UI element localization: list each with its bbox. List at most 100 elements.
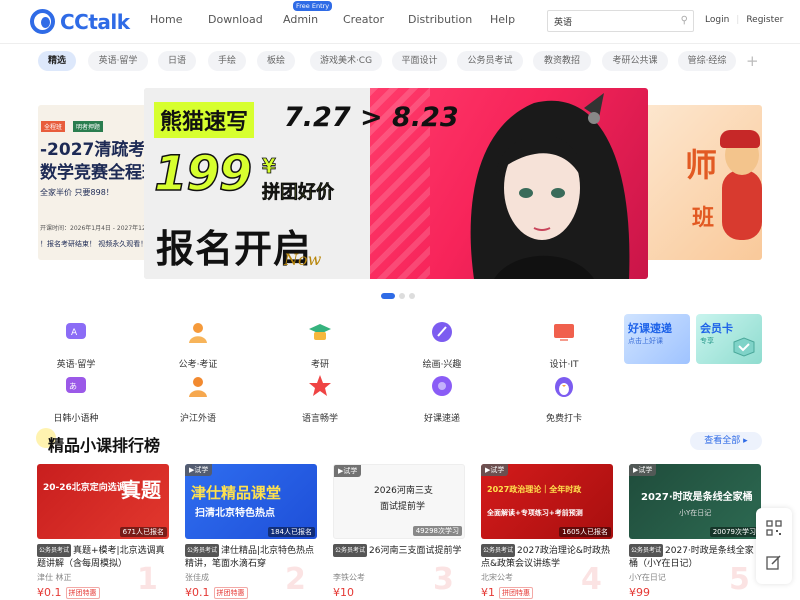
banner-price: 199 <box>153 145 253 203</box>
nav-admin[interactable]: Admin Free Entry <box>283 1 343 26</box>
thumb-subtitle: 扫清北京特色热点 <box>195 508 275 519</box>
thumb-title: 2027·时政是条线全家桶 <box>641 492 753 503</box>
search-input[interactable] <box>554 14 674 28</box>
category-tab[interactable]: 日语 <box>158 51 196 71</box>
thumb-subtitle: 全面解读+专项练习+考前预测 <box>487 509 583 517</box>
carousel-dot[interactable] <box>409 293 415 299</box>
quick-icon-civil-exam[interactable]: 公考·考证 <box>163 319 233 370</box>
enroll-count: 20079次学习 <box>709 527 759 537</box>
qr-code-icon[interactable] <box>766 520 782 536</box>
course-card[interactable]: ▶试学 2026河南三支 面试提前学 49298次学习 公务员考试 26河南三支面… <box>333 464 465 599</box>
carousel-dot[interactable] <box>381 293 395 299</box>
category-tab[interactable]: 板绘 <box>257 51 295 71</box>
slide-text: 开课时间：2026年1月4日 - 2027年12月29日 <box>40 225 158 232</box>
banner-next-slide[interactable]: 师 班 <box>640 105 762 260</box>
people-icon <box>189 377 207 397</box>
quick-icon-label: 绘画·兴趣 <box>422 360 462 370</box>
main-nav: Home Download Admin Free Entry Creator D… <box>150 1 530 26</box>
category-tab[interactable]: 管综·经综 <box>678 51 736 71</box>
category-tab[interactable]: 公务员考试 <box>457 51 523 71</box>
add-category-icon[interactable]: + <box>746 52 759 70</box>
quick-icon-label: 沪江外语 <box>179 414 216 424</box>
quick-icon-course-express[interactable]: 好课速递 <box>407 373 477 424</box>
quick-icon-english[interactable]: A 英语·留学 <box>41 319 111 370</box>
language-icon: あ <box>66 377 86 393</box>
carousel-dots <box>381 293 415 299</box>
thumb-title: 2026河南三支 <box>374 486 433 496</box>
promo-title: 好课速递 <box>628 322 672 335</box>
course-thumbnail: ▶试学 2027政治理论｜全年时政 全面解读+专项练习+考前预测 1605人已报… <box>481 464 613 539</box>
enroll-count: 184人已报名 <box>267 527 315 537</box>
auth-separator: | <box>736 15 740 25</box>
slide-title: 师 <box>685 146 718 184</box>
nav-distribution[interactable]: Distribution <box>408 13 490 26</box>
category-tab[interactable]: 教资教招 <box>533 51 591 71</box>
category-tab[interactable]: 手绘 <box>208 51 246 71</box>
banner-prev-slide[interactable]: 全程班 明者押题 -2027清疏考研 数学竞赛全程班 全家半价 只要898！ 开… <box>38 105 158 260</box>
promo-course-express[interactable]: 好课速递 点击上好课 <box>624 314 690 364</box>
category-badge: 公务员考试 <box>481 544 516 557</box>
promo-membership-card[interactable]: 会员卡 专享 <box>696 314 762 364</box>
view-all-button[interactable]: 查看全部 ▸ <box>690 432 762 450</box>
thumb-subtitle: 20-26北京定向选调 <box>43 483 126 493</box>
course-price: ¥0.1 <box>185 586 210 599</box>
category-tab[interactable]: 英语·留学 <box>88 51 148 71</box>
slide-title: -2027清疏考研 <box>40 140 158 160</box>
banner-currency: ¥ <box>262 154 277 179</box>
floating-toolbar <box>756 508 792 584</box>
free-entry-badge: Free Entry <box>293 1 333 11</box>
carousel-dot[interactable] <box>399 293 405 299</box>
promo-subtitle: 专享 <box>700 337 714 345</box>
logo-text: CCtalk <box>60 9 130 34</box>
svg-text:あ: あ <box>69 382 77 391</box>
quick-icon-free-checkin[interactable]: 免费打卡 <box>529 373 599 424</box>
category-badge: 公务员考试 <box>629 544 664 557</box>
vip-card-icon <box>733 337 755 357</box>
slide-tag: 全程班 <box>41 121 66 132</box>
anime-girl-illustration <box>470 93 630 279</box>
quick-icon-drawing[interactable]: 绘画·兴趣 <box>407 319 477 370</box>
promo-subtitle: 点击上好课 <box>628 337 663 345</box>
course-card[interactable]: ▶试学 2027政治理论｜全年时政 全面解读+专项练习+考前预测 1605人已报… <box>481 464 613 599</box>
nav-creator[interactable]: Creator <box>343 13 408 26</box>
quick-icon-language-learning[interactable]: 语言畅学 <box>285 373 355 424</box>
edit-feedback-icon[interactable] <box>766 554 782 570</box>
category-tab[interactable]: 考研公共课 <box>602 51 668 71</box>
top-header: CCtalk Home Download Admin Free Entry Cr… <box>0 0 800 44</box>
category-badge: 公务员考试 <box>185 544 220 557</box>
course-title-text: 26河南三支面试提前学 <box>369 546 462 556</box>
nav-home[interactable]: Home <box>150 13 208 26</box>
course-card[interactable]: ▶试学 津仕精品课堂 扫清北京特色热点 184人已报名 公务员考试 津仕精品|北京… <box>185 464 317 599</box>
nav-help[interactable]: Help <box>490 13 530 26</box>
penguin-icon <box>555 377 573 397</box>
quick-icon-japanese-korean[interactable]: あ 日韩小语种 <box>41 373 111 424</box>
course-card[interactable]: 20-26北京定向选调 真题 671人已报名 公务员考试 真题+模考|北京选调真题… <box>37 464 169 599</box>
section-title: 精品小课排行榜 <box>48 436 161 455</box>
login-link[interactable]: Login <box>705 15 729 25</box>
course-card[interactable]: ▶试学 2027·时政是条线全家桶 小Y在日记 20079次学习 公务员考试 20… <box>629 464 761 599</box>
category-tab[interactable]: 平面设计 <box>392 51 447 71</box>
quick-icon-grad-exam[interactable]: 考研 <box>285 319 355 370</box>
english-icon: A <box>66 323 86 339</box>
nav-download[interactable]: Download <box>208 13 283 26</box>
slide-title: 班 <box>692 206 715 231</box>
banner-main-slide[interactable]: 熊猫速写 7.27 > 8.23 199 ¥ 拼团好价 报名开启 Now <box>144 88 648 279</box>
cctalk-logo[interactable]: CCtalk <box>30 9 130 34</box>
graduation-cap-icon <box>309 324 331 340</box>
quick-icon-design-it[interactable]: 设计·IT <box>529 319 599 370</box>
auth-links: Login | Register <box>705 15 783 25</box>
banner-dates: 7.27 > 8.23 <box>284 102 459 133</box>
course-thumbnail: ▶试学 2026河南三支 面试提前学 49298次学习 <box>333 464 465 539</box>
category-tab[interactable]: 游戏美术·CG <box>310 51 382 71</box>
category-badge: 公务员考试 <box>333 544 368 557</box>
course-price: ¥0.1 <box>37 586 62 599</box>
mascot-body <box>722 170 762 240</box>
course-price: ¥1 <box>481 586 495 599</box>
register-link[interactable]: Register <box>746 15 783 25</box>
nav-admin-label: Admin <box>283 13 319 26</box>
banner-script-text: Now <box>284 250 322 269</box>
search-icon[interactable]: ⚲ <box>681 15 688 26</box>
rocket-icon <box>432 376 452 396</box>
quick-icon-hujiang[interactable]: 沪江外语 <box>163 373 233 424</box>
category-tab[interactable]: 精选 <box>38 51 76 71</box>
